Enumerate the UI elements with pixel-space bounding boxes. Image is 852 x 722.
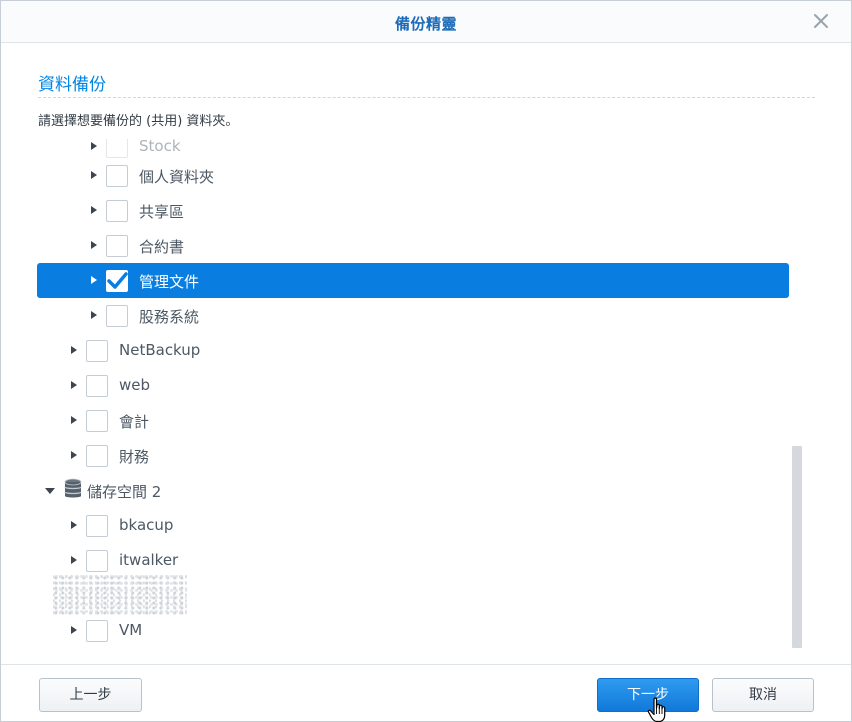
tree-row-label: 共享區: [139, 203, 185, 221]
dialog-titlebar: 備份精靈: [1, 1, 851, 43]
tree-row-label: 財務: [119, 448, 150, 466]
tree-checkbox[interactable]: [86, 445, 108, 467]
tree-row[interactable]: NetBackup: [37, 333, 789, 368]
close-icon: [814, 14, 828, 28]
caret-right-icon[interactable]: [89, 240, 99, 250]
tree-row-label: 會計: [119, 413, 150, 431]
tree-checkbox-checked[interactable]: [106, 270, 128, 292]
tree-row-label: 個人資料夾: [139, 168, 215, 186]
tree-checkbox[interactable]: [106, 165, 128, 187]
caret-right-icon[interactable]: [89, 310, 99, 320]
caret-right-icon[interactable]: [69, 625, 79, 635]
tree-row[interactable]: 合約書: [37, 228, 789, 263]
database-icon: [64, 478, 82, 498]
tree-checkbox[interactable]: [86, 340, 108, 362]
hand-pointer-icon: [647, 697, 666, 722]
tree-checkbox[interactable]: [86, 515, 108, 537]
caret-right-icon[interactable]: [69, 380, 79, 390]
tree-row[interactable]: 會計: [37, 403, 789, 438]
tree-checkbox[interactable]: [86, 550, 108, 572]
close-button[interactable]: [811, 11, 831, 31]
backup-wizard-dialog: 備份精靈 資料備份 請選擇想要備份的 (共用) 資料夾。 Stock 個人資料夾…: [0, 0, 852, 722]
caret-right-icon[interactable]: [69, 415, 79, 425]
back-button[interactable]: 上一步: [39, 678, 142, 712]
tree-row[interactable]: VM: [37, 613, 789, 647]
tree-row-label: 股務系統: [139, 308, 200, 326]
cancel-button[interactable]: 取消: [712, 678, 814, 712]
caret-right-icon[interactable]: [69, 555, 79, 565]
tree-row[interactable]: bkacup: [37, 508, 789, 543]
caret-right-icon[interactable]: [69, 520, 79, 530]
tree-row[interactable]: 個人資料夾: [37, 158, 789, 193]
caret-right-icon[interactable]: [89, 205, 99, 215]
checkmark-icon: [107, 272, 128, 289]
tree-checkbox[interactable]: [86, 410, 108, 432]
tree-scrollbar[interactable]: [792, 446, 802, 648]
tree-checkbox[interactable]: [106, 305, 128, 327]
tree-row[interactable]: itwalker: [37, 543, 789, 578]
volume-label: 儲存空間 2: [87, 483, 162, 501]
obscured-tree-row: [53, 575, 187, 615]
tree-row[interactable]: 股務系統: [37, 298, 789, 333]
instruction-text: 請選擇想要備份的 (共用) 資料夾。: [38, 114, 239, 129]
tree-row-label: bkacup: [119, 516, 174, 534]
tree-checkbox[interactable]: [86, 620, 108, 642]
tree-row-label: Stock: [139, 139, 181, 155]
section-title: 資料備份: [38, 75, 106, 95]
tree-checkbox[interactable]: [106, 200, 128, 222]
tree-row-label: 合約書: [139, 238, 185, 256]
caret-right-icon[interactable]: [89, 141, 99, 151]
tree-row-label: itwalker: [119, 551, 179, 569]
caret-right-icon[interactable]: [89, 275, 99, 285]
tree-row-label: VM: [119, 621, 143, 639]
tree-row[interactable]: 財務: [37, 438, 789, 473]
folder-tree: Stock 個人資料夾 共享區 合約書 管理文件 股務系統 NetBackup …: [37, 139, 791, 647]
tree-checkbox[interactable]: [106, 235, 128, 257]
tree-volume-node[interactable]: 儲存空間 2: [37, 473, 789, 508]
tree-row[interactable]: web: [37, 368, 789, 403]
tree-row-selected[interactable]: 管理文件: [37, 263, 789, 298]
tree-row-label: web: [119, 376, 151, 394]
tree-checkbox[interactable]: [86, 375, 108, 397]
tree-row-label: 管理文件: [139, 273, 200, 291]
caret-right-icon[interactable]: [69, 450, 79, 460]
section-divider: [38, 97, 815, 98]
caret-down-icon[interactable]: [45, 485, 55, 495]
dialog-title: 備份精靈: [394, 15, 457, 33]
tree-checkbox[interactable]: [106, 139, 128, 158]
footer-divider: [1, 664, 851, 665]
tree-row[interactable]: 共享區: [37, 193, 789, 228]
tree-row-label: NetBackup: [119, 341, 201, 359]
caret-right-icon[interactable]: [89, 170, 99, 180]
caret-right-icon[interactable]: [69, 345, 79, 355]
